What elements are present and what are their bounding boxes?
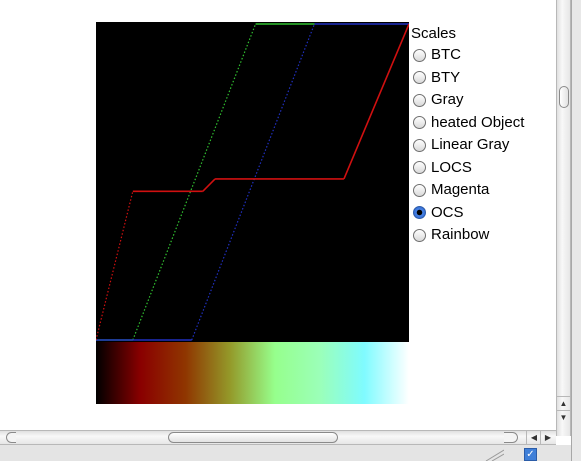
scale-viewer-window: Scales BTC BTY Gray heated Object Linear Gra… xyxy=(0,0,581,461)
scale-option-label: LOCS xyxy=(431,158,472,176)
scroll-right-arrow-icon[interactable]: ▶ xyxy=(540,431,555,444)
scales-title: Scales xyxy=(411,25,457,42)
scale-option-label: Gray xyxy=(431,91,464,108)
radio-button-icon[interactable] xyxy=(413,116,426,130)
scale-option-btc[interactable]: BTC xyxy=(413,44,571,67)
radio-button-icon[interactable] xyxy=(413,206,426,220)
scale-option-label: BTY xyxy=(431,68,461,86)
window-edge xyxy=(571,0,581,461)
status-bar: ✓ xyxy=(0,445,571,461)
red-curve-segment xyxy=(202,178,216,192)
scroll-up-arrow-icon[interactable]: ▲ xyxy=(557,396,570,411)
red-curve-segment xyxy=(343,23,409,180)
scales-list: BTC BTY Gray heated Object Linear Gray LOCS Ma… xyxy=(411,44,571,247)
horizontal-track-left-cap xyxy=(6,432,16,443)
scale-option-label: Magenta xyxy=(431,181,490,198)
curve-svg xyxy=(96,23,409,341)
horizontal-scrollbar[interactable]: ◀ ▶ xyxy=(0,430,556,445)
scale-option-linear-gray[interactable]: Linear Gray xyxy=(413,134,571,157)
scale-option-label: Linear Gray xyxy=(431,136,510,153)
scale-option-locs[interactable]: LOCS xyxy=(413,157,571,180)
radio-button-icon[interactable] xyxy=(413,93,426,107)
radio-button-icon[interactable] xyxy=(413,138,426,152)
scales-radio-group: Scales BTC BTY Gray heated Object Linear Gra… xyxy=(411,24,571,247)
scale-option-heated-object[interactable]: heated Object xyxy=(413,112,571,135)
status-checkbox-icon[interactable]: ✓ xyxy=(524,448,537,461)
scale-option-bty[interactable]: BTY xyxy=(413,67,571,90)
radio-button-icon[interactable] xyxy=(413,48,426,62)
vertical-scroll-thumb[interactable] xyxy=(559,86,569,108)
scale-option-gray[interactable]: Gray xyxy=(413,89,571,112)
horizontal-track-right-cap xyxy=(504,432,518,443)
resize-grip-icon[interactable] xyxy=(484,448,504,461)
scroll-down-arrow-icon[interactable]: ▼ xyxy=(557,410,570,425)
red-curve-segment xyxy=(96,191,134,341)
horizontal-scroll-thumb[interactable] xyxy=(168,432,338,443)
scale-option-magenta[interactable]: Magenta xyxy=(413,179,571,202)
radio-button-icon[interactable] xyxy=(413,161,426,175)
scale-option-rainbow[interactable]: Rainbow xyxy=(413,224,571,247)
scale-option-label: heated Object xyxy=(431,113,525,131)
radio-button-icon[interactable] xyxy=(413,183,426,197)
scale-option-ocs[interactable]: OCS xyxy=(413,202,571,225)
scale-option-label: Rainbow xyxy=(431,226,490,243)
scale-option-label: OCS xyxy=(431,203,464,221)
blue-curve-segment xyxy=(191,23,316,341)
scale-option-label: BTC xyxy=(431,46,461,63)
radio-button-icon[interactable] xyxy=(413,228,426,242)
vertical-scrollbar[interactable]: ▲ ▼ xyxy=(556,0,571,436)
radio-button-icon[interactable] xyxy=(413,71,426,85)
color-scale-bar xyxy=(96,342,409,404)
green-curve-segment xyxy=(132,23,257,341)
transfer-curve-plot xyxy=(96,22,409,342)
scroll-left-arrow-icon[interactable]: ◀ xyxy=(526,431,541,444)
